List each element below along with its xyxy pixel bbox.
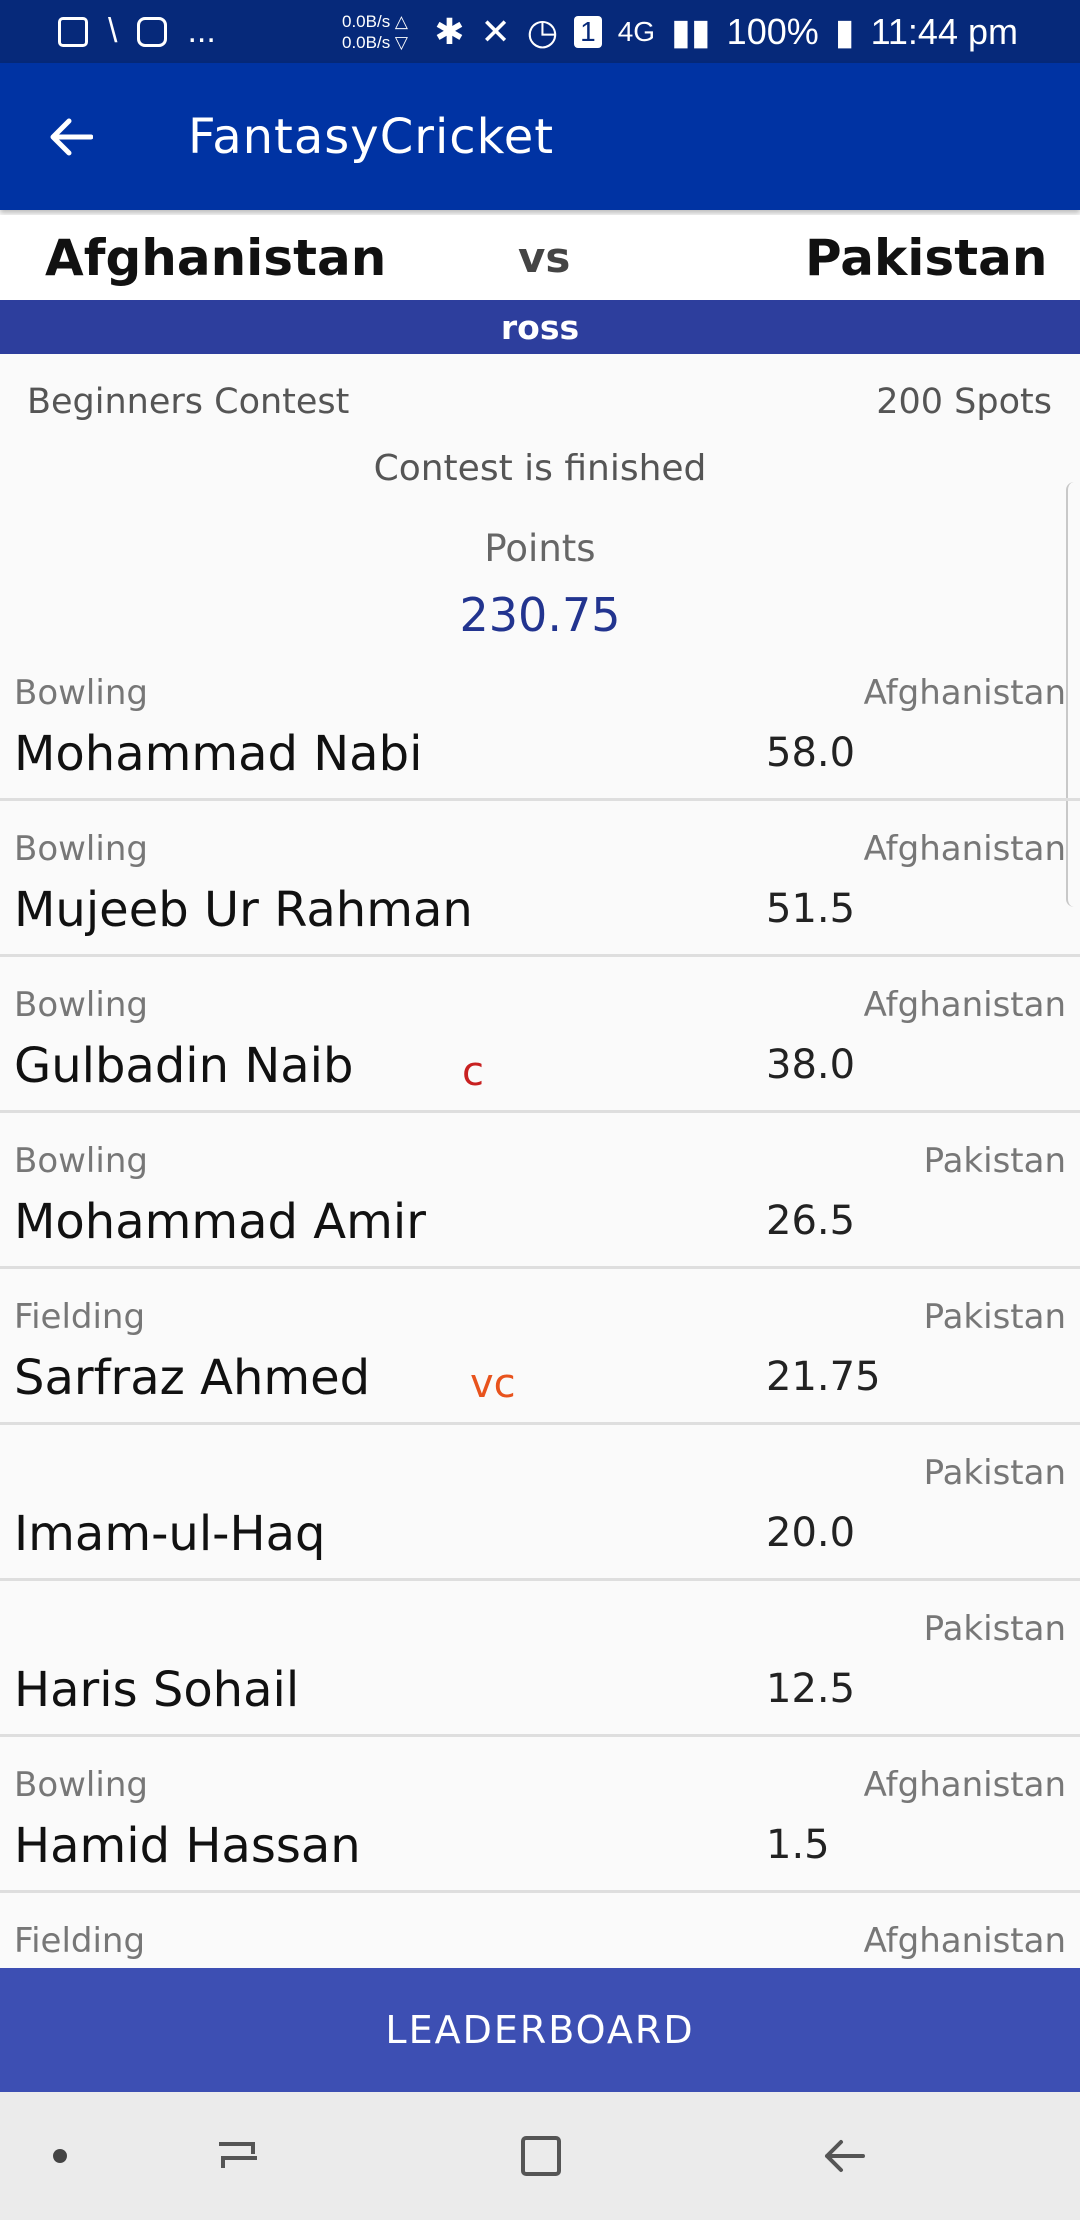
battery-percent: 100% <box>726 10 819 52</box>
player-name: Mohammad Nabi <box>14 726 423 782</box>
more-notifications: ... <box>187 12 216 50</box>
player-role: Bowling <box>14 1765 148 1805</box>
player-team: Pakistan <box>923 1609 1066 1649</box>
player-score: 51.5 <box>766 886 856 932</box>
list-item[interactable]: Bowling Mujeeb Ur Rahman 51.5 Afghanista… <box>0 801 1080 957</box>
player-team: Pakistan <box>923 1453 1066 1493</box>
status-right: ✱ ✕ ◷ 1 4G ▮▮ 100% ▮ 11:44 pm <box>434 11 1018 53</box>
image-icon <box>58 16 88 47</box>
alarm-icon: ◷ <box>526 10 559 52</box>
mute-icon: ✕ <box>480 10 511 52</box>
player-role: Fielding <box>14 1297 146 1337</box>
dot-icon <box>53 2149 67 2163</box>
user-team-bar: ross <box>0 300 1080 354</box>
user-team-name: ross <box>500 307 580 347</box>
network-type: 4G <box>617 15 656 47</box>
team-a-name: Afghanistan <box>45 228 387 287</box>
player-name: Gulbadin Naib <box>14 1038 354 1094</box>
player-name: Mohammad Amir <box>14 1194 426 1250</box>
captain-badge: c <box>462 1049 484 1095</box>
recents-button[interactable] <box>178 2092 298 2220</box>
home-square-icon <box>521 2136 561 2176</box>
player-team: Afghanistan <box>863 829 1066 869</box>
list-item[interactable]: Bowling Hamid Hassan 1.5 Afghanistan <box>0 1737 1080 1893</box>
player-list: Bowling Mohammad Nabi 58.0 Afghanistan B… <box>0 645 1080 2046</box>
points-label: Points <box>484 527 596 570</box>
app-bar: FantasyCricket <box>0 63 1080 210</box>
recents-icon <box>219 2142 257 2168</box>
contest-name: Beginners Contest <box>27 382 350 422</box>
player-team: Pakistan <box>923 1297 1066 1337</box>
bluetooth-icon: ✱ <box>434 10 465 52</box>
player-team: Pakistan <box>923 1141 1066 1181</box>
notif-count-badge: 1 <box>574 15 602 48</box>
slash-icon: \ <box>108 12 118 50</box>
star-icon <box>137 16 168 47</box>
app-title: FantasyCricket <box>188 108 555 165</box>
list-item[interactable]: Haris Sohail 12.5 Pakistan <box>0 1581 1080 1737</box>
signal-icon: ▮▮ <box>671 10 711 52</box>
points-value: 230.75 <box>459 588 621 642</box>
home-button[interactable] <box>481 2092 601 2220</box>
player-role: Bowling <box>14 1141 148 1181</box>
player-team: Afghanistan <box>863 1765 1066 1805</box>
team-b-name: Pakistan <box>805 228 1048 287</box>
leaderboard-button[interactable]: LEADERBOARD <box>0 1968 1080 2092</box>
list-item[interactable]: Imam-ul-Haq 20.0 Pakistan <box>0 1425 1080 1581</box>
player-role: Bowling <box>14 985 148 1025</box>
player-role: Bowling <box>14 829 148 869</box>
list-item[interactable]: Bowling Mohammad Nabi 58.0 Afghanistan <box>0 645 1080 801</box>
player-role: Fielding <box>14 1921 146 1961</box>
player-score: 1.5 <box>766 1822 830 1868</box>
player-team: Afghanistan <box>863 1921 1066 1961</box>
nav-dot-button[interactable] <box>0 2092 120 2220</box>
player-score: 58.0 <box>766 730 856 776</box>
back-arrow-icon <box>825 2140 865 2172</box>
list-item[interactable]: Bowling Mohammad Amir 26.5 Pakistan <box>0 1113 1080 1269</box>
contest-spots: 200 Spots <box>876 382 1052 422</box>
leaderboard-label: LEADERBOARD <box>385 2008 695 2052</box>
player-name: Sarfraz Ahmed <box>14 1350 371 1406</box>
list-item[interactable]: Fielding Sarfraz Ahmed vc 21.75 Pakistan <box>0 1269 1080 1425</box>
player-score: 21.75 <box>766 1354 881 1400</box>
player-role: Bowling <box>14 673 148 713</box>
vice-captain-badge: vc <box>470 1361 516 1407</box>
player-name: Imam-ul-Haq <box>14 1506 326 1562</box>
player-name: Mujeeb Ur Rahman <box>14 882 473 938</box>
player-name: Hamid Hassan <box>14 1818 361 1874</box>
notification-icons: \ ... <box>0 12 278 51</box>
match-header: Afghanistan vs Pakistan <box>0 215 1080 300</box>
player-score: 12.5 <box>766 1666 856 1712</box>
status-bar: \ ... 0.0B/s △ 0.0B/s ▽ ✱ ✕ ◷ 1 4G ▮▮ 10… <box>0 0 1080 63</box>
vs-label: vs <box>518 233 571 282</box>
navigation-bar <box>0 2092 1080 2220</box>
contest-status: Contest is finished <box>373 448 707 489</box>
player-name: Haris Sohail <box>14 1662 300 1718</box>
player-team: Afghanistan <box>863 985 1066 1025</box>
back-nav-button[interactable] <box>784 2092 904 2220</box>
list-item[interactable]: Bowling Gulbadin Naib c 38.0 Afghanistan <box>0 957 1080 1113</box>
player-score: 20.0 <box>766 1510 856 1556</box>
player-score: 38.0 <box>766 1042 856 1088</box>
player-score: 26.5 <box>766 1198 856 1244</box>
clock: 11:44 pm <box>870 10 1018 52</box>
back-button[interactable] <box>0 63 140 210</box>
player-team: Afghanistan <box>863 673 1066 713</box>
battery-icon: ▮ <box>834 10 855 52</box>
arrow-left-icon <box>50 118 93 155</box>
